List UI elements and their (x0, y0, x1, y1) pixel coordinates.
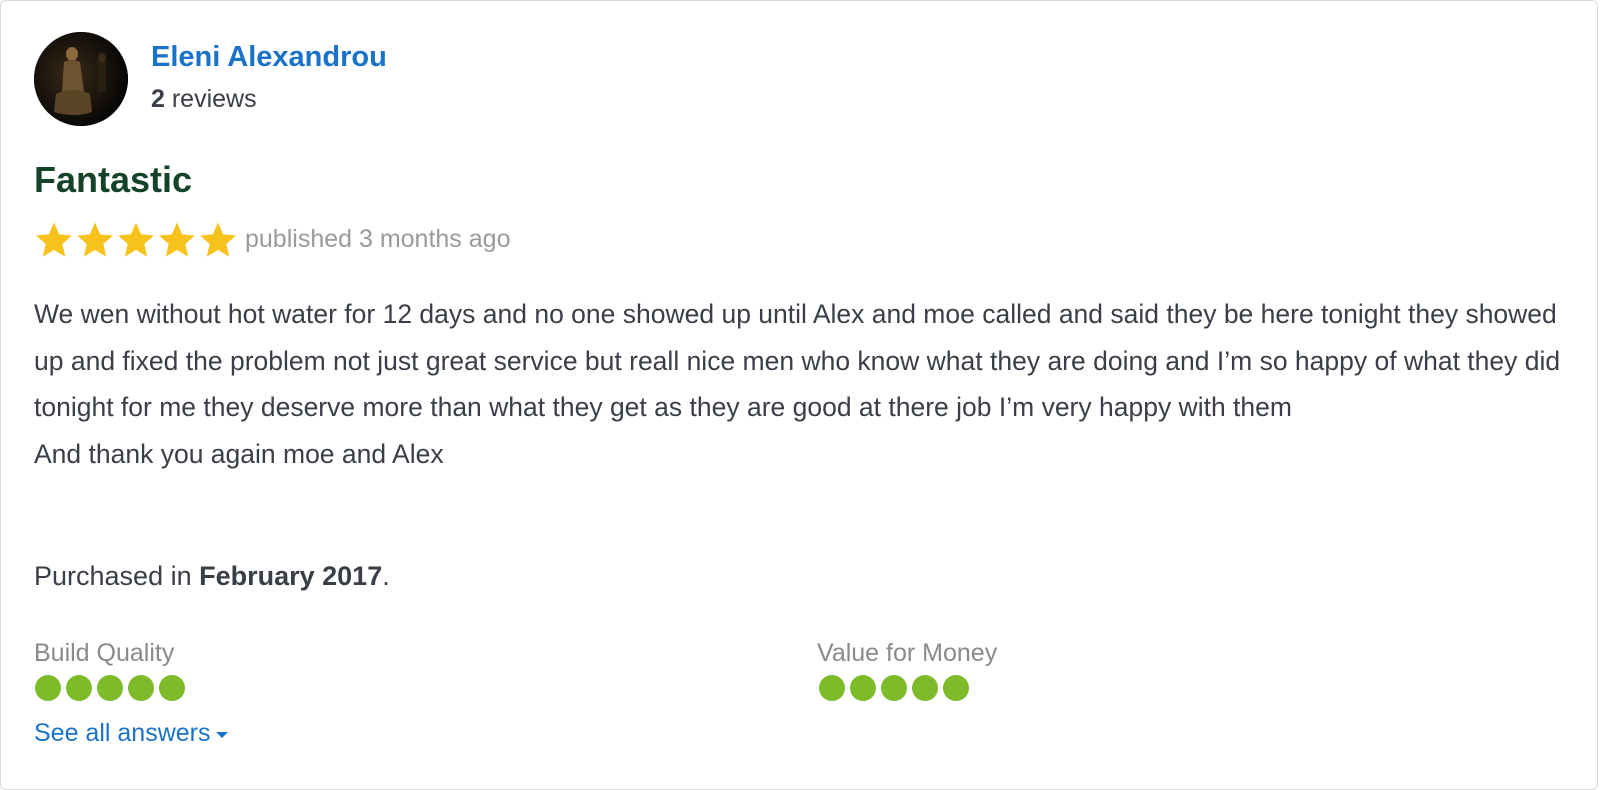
avatar[interactable] (34, 32, 128, 126)
score-dot (819, 675, 845, 701)
reviewer-review-count: 2 reviews (151, 85, 257, 114)
score-dot (912, 675, 938, 701)
review-body: We wen without hot water for 12 days and… (34, 299, 1561, 469)
published-time: published 3 months ago (245, 225, 511, 253)
star-icon (118, 222, 154, 257)
review-count-label: reviews (164, 85, 257, 113)
purchase-info: Purchased in February 2017. (34, 561, 390, 592)
review-count-number: 2 (151, 85, 165, 113)
attribute-dots-build-quality (35, 675, 185, 701)
review-title: Fantastic (34, 159, 193, 200)
purchased-prefix: Purchased in (34, 561, 200, 591)
score-dot (35, 675, 61, 701)
see-all-answers-link[interactable]: See all answers (34, 719, 229, 748)
score-dot (97, 675, 123, 701)
star-icon (200, 222, 236, 257)
score-dot (850, 675, 876, 701)
see-all-answers-label: See all answers (34, 719, 211, 747)
attribute-dots-value-for-money (819, 675, 969, 701)
star-rating (34, 220, 238, 260)
score-dot (943, 675, 969, 701)
star-icon (159, 222, 195, 257)
score-dot (66, 675, 92, 701)
star-icon (36, 222, 72, 257)
score-dot (128, 675, 154, 701)
purchased-suffix: . (382, 561, 390, 591)
caret-down-icon (216, 731, 229, 738)
star-icon (77, 222, 113, 257)
reviewer-name[interactable]: Eleni Alexandrou (151, 41, 387, 74)
review-card: Eleni Alexandrou 2 reviews Fantastic pub… (0, 0, 1598, 790)
score-dot (159, 675, 185, 701)
score-dot (881, 675, 907, 701)
purchased-date: February 2017 (199, 561, 383, 591)
attribute-label-build-quality: Build Quality (34, 639, 175, 667)
attribute-label-value-for-money: Value for Money (817, 639, 998, 667)
